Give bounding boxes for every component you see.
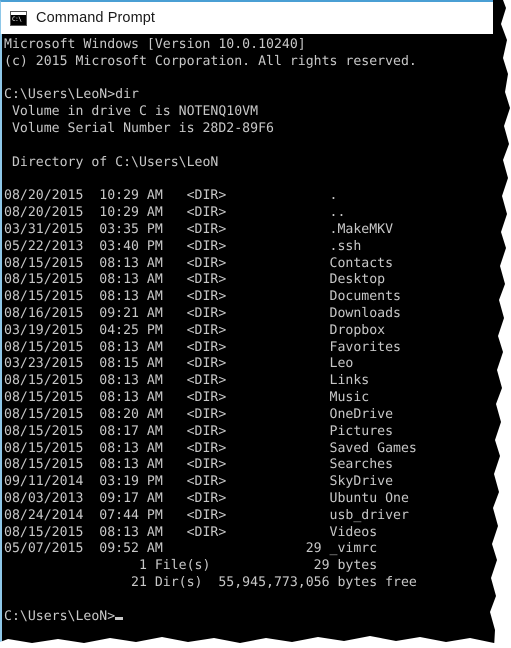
command-prompt-window[interactable]: C:\ Command Prompt Microsoft Windows [Ve… bbox=[0, 0, 511, 648]
console-text: Microsoft Windows [Version 10.0.10240] (… bbox=[4, 37, 417, 624]
window-titlebar[interactable]: C:\ Command Prompt bbox=[0, 0, 493, 34]
console-icon: C:\ bbox=[10, 10, 27, 26]
console-icon-glyph: C:\ bbox=[12, 15, 22, 23]
window-title: Command Prompt bbox=[36, 10, 156, 26]
console-output-area[interactable]: Microsoft Windows [Version 10.0.10240] (… bbox=[0, 34, 493, 648]
window-right-overhang bbox=[490, 0, 511, 648]
text-cursor bbox=[115, 616, 124, 620]
